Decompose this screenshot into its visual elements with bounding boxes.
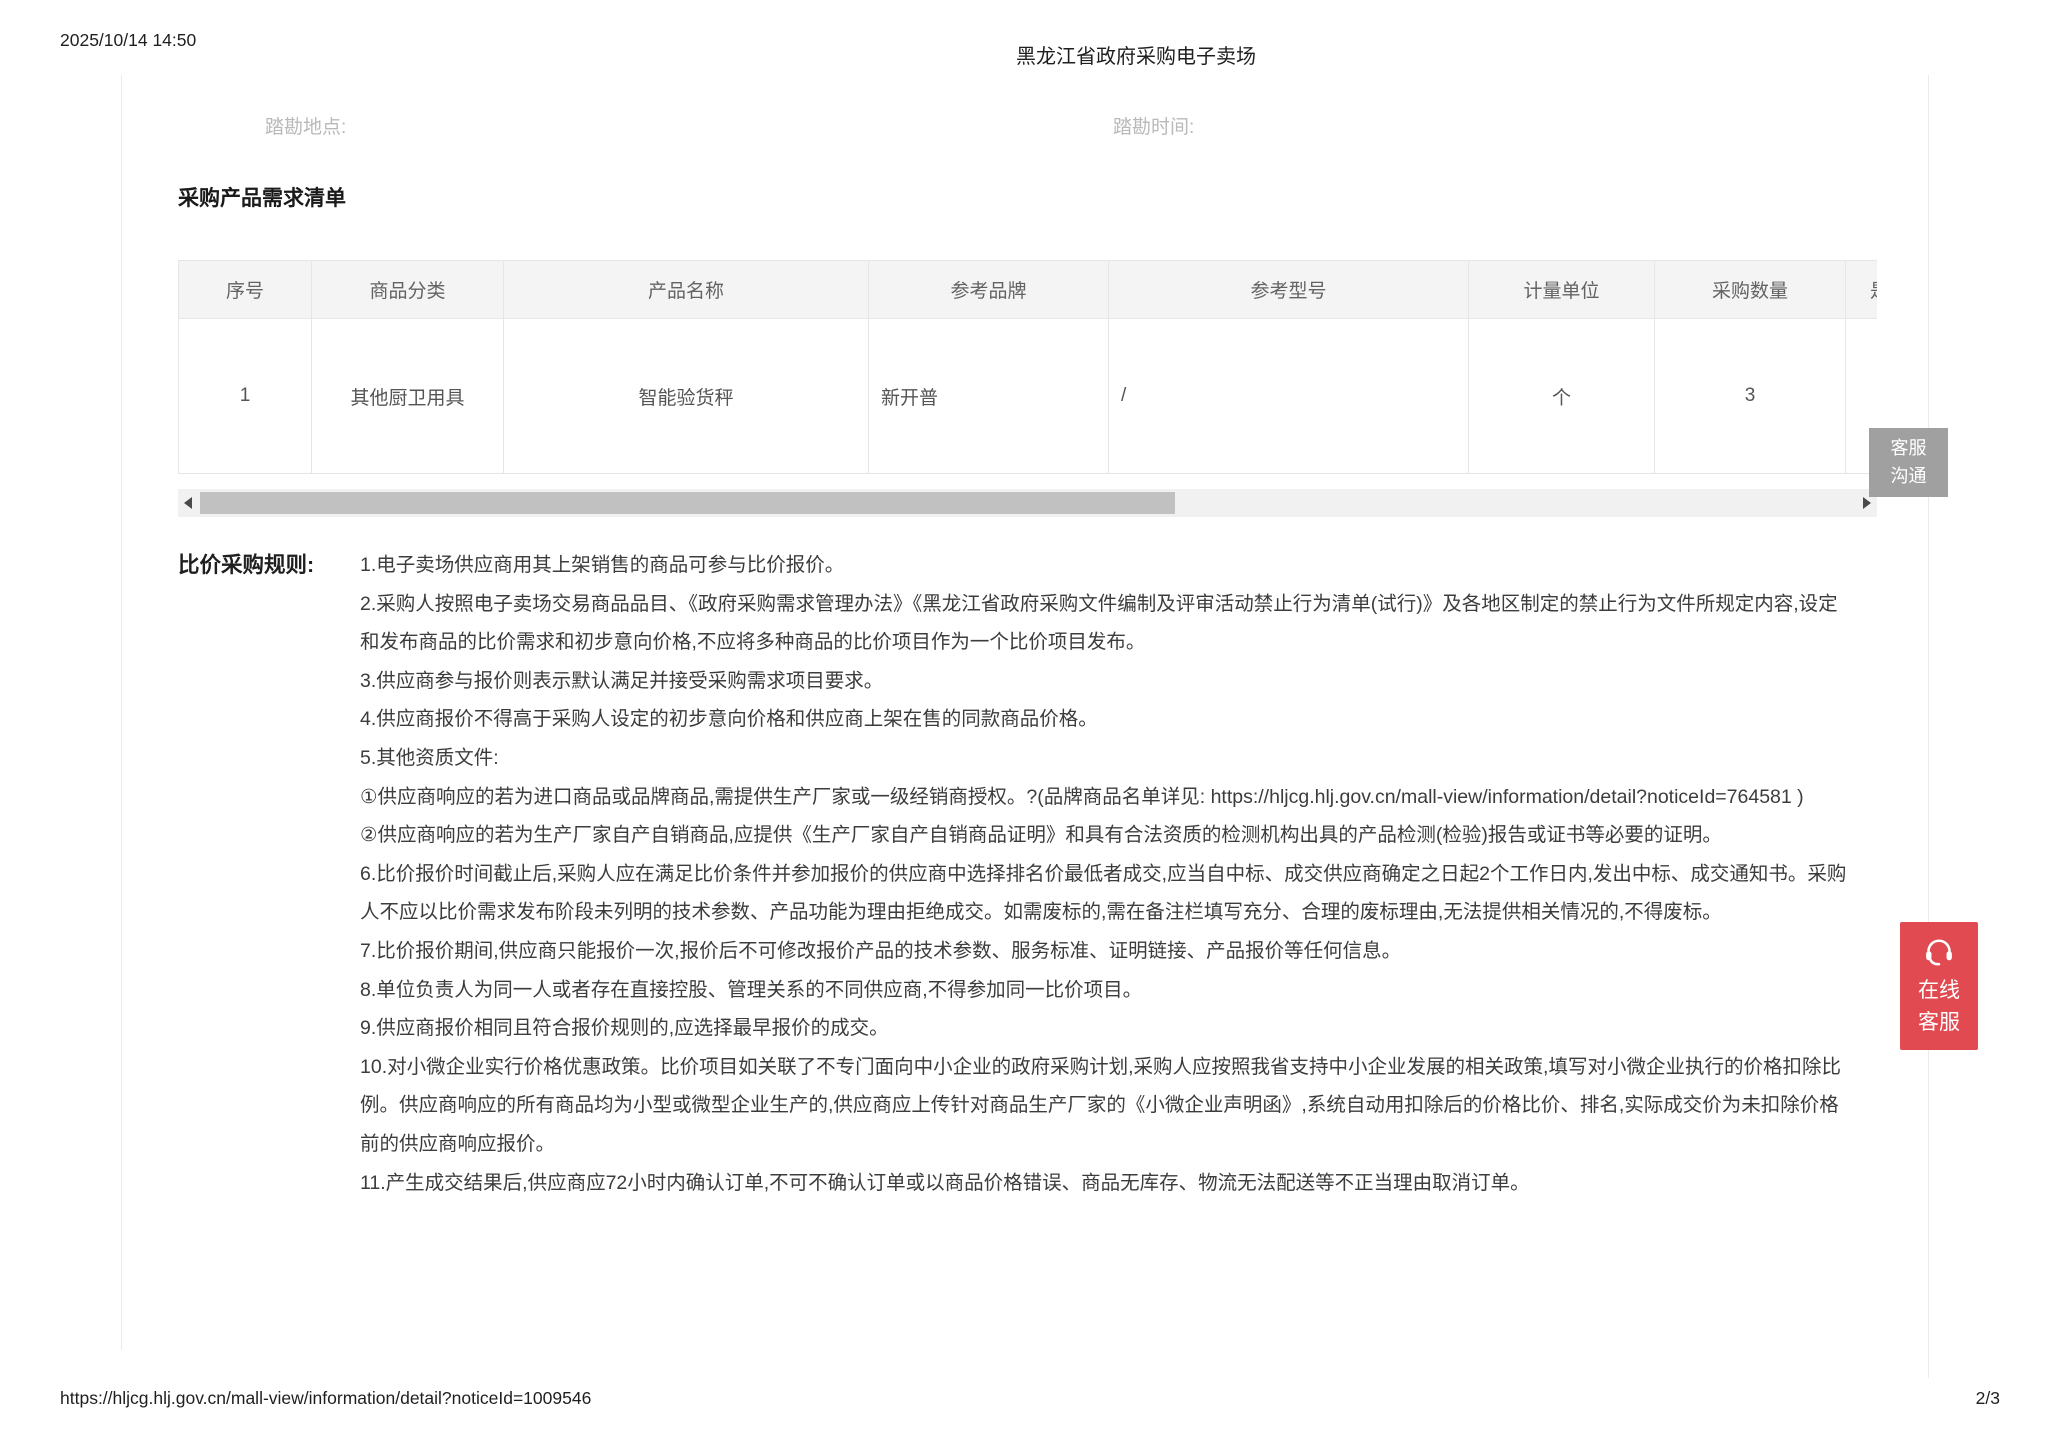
col-header-clipped: 是 bbox=[1846, 261, 1878, 319]
headset-icon bbox=[1921, 934, 1957, 970]
survey-location-label: 踏勘地点: bbox=[265, 112, 346, 139]
content-border-right bbox=[1928, 75, 1929, 1378]
cell-unit: 个 bbox=[1469, 319, 1655, 474]
rules-text-block: 1.电子卖场供应商用其上架销售的商品可参与比价报价。 2.采购人按照电子卖场交易… bbox=[360, 546, 1852, 1202]
col-header-product-name: 产品名称 bbox=[504, 261, 869, 319]
rule-item-4: 4.供应商报价不得高于采购人设定的初步意向价格和供应商上架在售的同款商品价格。 bbox=[360, 700, 1852, 739]
cell-quantity: 3 bbox=[1655, 319, 1846, 474]
cell-ref-brand: 新开普 bbox=[869, 319, 1109, 474]
online-button-label-line1: 在线 bbox=[1918, 976, 1960, 1006]
table-header-row: 序号 商品分类 产品名称 参考品牌 参考型号 计量单位 采购数量 是 bbox=[179, 261, 1878, 319]
col-header-category: 商品分类 bbox=[312, 261, 504, 319]
cell-seq: 1 bbox=[179, 319, 312, 474]
content-border-left bbox=[121, 75, 122, 1350]
rule-item-2: 2.采购人按照电子卖场交易商品品目、《政府采购需求管理办法》《黑龙江省政府采购文… bbox=[360, 585, 1852, 662]
print-preview-page: 2025/10/14 14:50 黑龙江省政府采购电子卖场 踏勘地点: 踏勘时间… bbox=[0, 0, 2048, 1447]
chat-button-label-line1: 客服 bbox=[1869, 435, 1948, 463]
scrollbar-thumb[interactable] bbox=[200, 492, 1175, 514]
rule-item-5: 5.其他资质文件: bbox=[360, 739, 1852, 778]
cell-product-name: 智能验货秤 bbox=[504, 319, 869, 474]
rule-item-7: 7.比价报价期间,供应商只能报价一次,报价后不可修改报价产品的技术参数、服务标准… bbox=[360, 932, 1852, 971]
col-header-ref-brand: 参考品牌 bbox=[869, 261, 1109, 319]
scroll-right-arrow-icon[interactable] bbox=[1863, 497, 1871, 509]
rule-item-9: 9.供应商报价相同且符合报价规则的,应选择最早报价的成交。 bbox=[360, 1009, 1852, 1048]
customer-service-chat-button[interactable]: 客服 沟通 bbox=[1869, 428, 1948, 497]
rule-item-11: 11.产生成交结果后,供应商应72小时内确认订单,不可不确认订单或以商品价格错误… bbox=[360, 1164, 1852, 1203]
rule-item-8: 8.单位负责人为同一人或者存在直接控股、管理关系的不同供应商,不得参加同一比价项… bbox=[360, 971, 1852, 1010]
survey-time-label: 踏勘时间: bbox=[1113, 112, 1194, 139]
table-row: 1 其他厨卫用具 智能验货秤 新开普 / 个 3 bbox=[179, 319, 1878, 474]
rule-item-3: 3.供应商参与报价则表示默认满足并接受采购需求项目要求。 bbox=[360, 662, 1852, 701]
col-header-seq: 序号 bbox=[179, 261, 312, 319]
print-datetime: 2025/10/14 14:50 bbox=[60, 30, 196, 51]
horizontal-scrollbar[interactable] bbox=[178, 489, 1877, 517]
page-number: 2/3 bbox=[1976, 1388, 2000, 1409]
footer-url: https://hljcg.hlj.gov.cn/mall-view/infor… bbox=[60, 1388, 591, 1409]
page-title: 黑龙江省政府采购电子卖场 bbox=[1016, 40, 1256, 69]
chat-button-label-line2: 沟通 bbox=[1869, 463, 1948, 491]
rules-section-label: 比价采购规则: bbox=[178, 546, 314, 585]
product-table-container: 序号 商品分类 产品名称 参考品牌 参考型号 计量单位 采购数量 是 1 其他厨… bbox=[178, 260, 1877, 474]
col-header-ref-model: 参考型号 bbox=[1109, 261, 1469, 319]
col-header-unit: 计量单位 bbox=[1469, 261, 1655, 319]
rule-item-5-sub2: ②供应商响应的若为生产厂家自产自销商品,应提供《生产厂家自产自销商品证明》和具有… bbox=[360, 816, 1852, 855]
cell-ref-model: / bbox=[1109, 319, 1469, 474]
section-title-product-list: 采购产品需求清单 bbox=[178, 182, 346, 212]
col-header-quantity: 采购数量 bbox=[1655, 261, 1846, 319]
online-button-label-line2: 客服 bbox=[1918, 1008, 1960, 1038]
rule-item-10: 10.对小微企业实行价格优惠政策。比价项目如关联了不专门面向中小企业的政府采购计… bbox=[360, 1048, 1852, 1164]
rule-item-1: 1.电子卖场供应商用其上架销售的商品可参与比价报价。 bbox=[360, 546, 1852, 585]
online-customer-service-button[interactable]: 在线 客服 bbox=[1900, 922, 1978, 1050]
rule-item-5-sub1: ①供应商响应的若为进口商品或品牌商品,需提供生产厂家或一级经销商授权。?(品牌商… bbox=[360, 778, 1852, 817]
rule-item-6: 6.比价报价时间截止后,采购人应在满足比价条件并参加报价的供应商中选择排名价最低… bbox=[360, 855, 1852, 932]
cell-category: 其他厨卫用具 bbox=[312, 319, 504, 474]
scroll-left-arrow-icon[interactable] bbox=[184, 497, 192, 509]
product-demand-table: 序号 商品分类 产品名称 参考品牌 参考型号 计量单位 采购数量 是 1 其他厨… bbox=[178, 260, 1877, 474]
